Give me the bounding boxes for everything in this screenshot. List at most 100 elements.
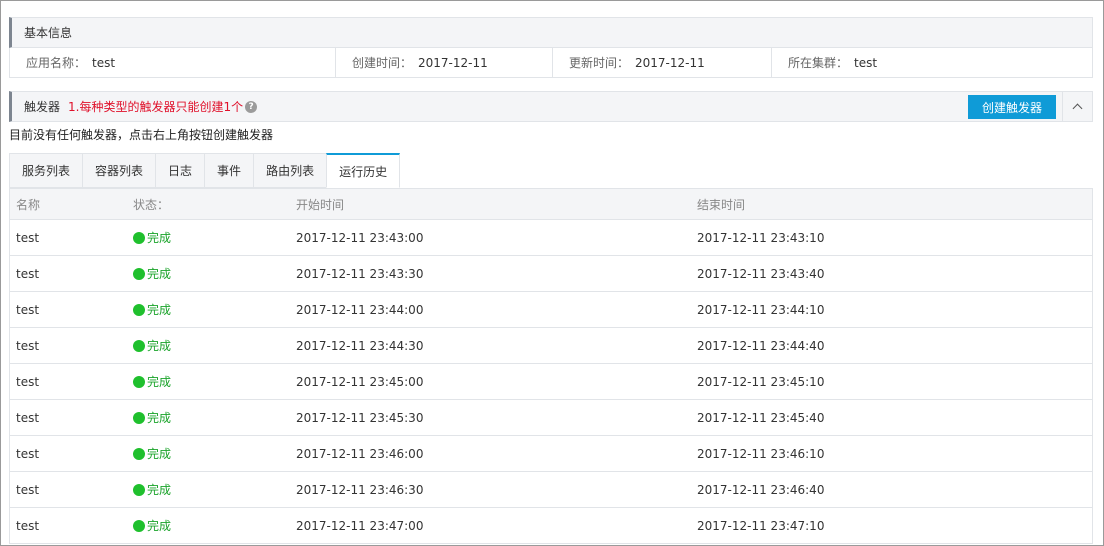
status-text: 完成 <box>147 519 172 533</box>
cluster-value: test <box>854 55 878 70</box>
tab-bar: 服务列表 容器列表 日志 事件 路由列表 运行历史 <box>9 153 401 188</box>
column-header-status: 状态： <box>133 197 170 212</box>
row-name: test <box>16 374 40 389</box>
table-row: test 完成 2017-12-11 23:47:00 2017-12-11 23:4… <box>10 508 1092 544</box>
row-end-time: 2017-12-11 23:43:10 <box>697 230 825 245</box>
table-body: test 完成 2017-12-11 23:43:00 2017-12-11 23:4… <box>10 220 1092 544</box>
row-status: 完成 <box>127 265 290 282</box>
row-name: test <box>16 410 40 425</box>
tab-logs[interactable]: 日志 <box>155 153 205 188</box>
row-name: test <box>16 518 40 533</box>
create-trigger-button[interactable]: 创建触发器 <box>968 95 1056 119</box>
row-status: 完成 <box>127 409 290 426</box>
row-start-time: 2017-12-11 23:47:00 <box>296 518 424 533</box>
row-status: 完成 <box>127 481 290 498</box>
status-check-icon <box>133 339 145 352</box>
row-end-time: 2017-12-11 23:44:10 <box>697 302 825 317</box>
row-start-time: 2017-12-11 23:46:00 <box>296 446 424 461</box>
collapse-button[interactable] <box>1062 92 1092 121</box>
row-start-time: 2017-12-11 23:43:00 <box>296 230 424 245</box>
status-check-icon <box>133 303 145 316</box>
row-end-time: 2017-12-11 23:43:40 <box>697 266 825 281</box>
status-text: 完成 <box>147 447 172 461</box>
row-status: 完成 <box>127 301 290 318</box>
app-name-label: 应用名称： <box>26 56 87 70</box>
tab-container-list[interactable]: 容器列表 <box>82 153 156 188</box>
row-status: 完成 <box>127 373 290 390</box>
table-row: test 完成 2017-12-11 23:46:30 2017-12-11 23:4… <box>10 472 1092 508</box>
trigger-header: 触发器 1.每种类型的触发器只能创建1个 ? 创建触发器 <box>9 91 1093 122</box>
tab-run-history[interactable]: 运行历史 <box>326 153 401 188</box>
status-check-icon <box>133 519 145 532</box>
basic-info-header: 基本信息 <box>9 17 1093 48</box>
status-text: 完成 <box>147 375 172 389</box>
row-start-time: 2017-12-11 23:45:00 <box>296 374 424 389</box>
table-row: test 完成 2017-12-11 23:46:00 2017-12-11 23:4… <box>10 436 1092 472</box>
status-check-icon <box>133 375 145 388</box>
row-name: test <box>16 482 40 497</box>
status-text: 完成 <box>147 267 172 281</box>
app-name-field: 应用名称： test <box>10 48 336 77</box>
updated-time-value: 2017-12-11 <box>635 55 705 70</box>
row-status: 完成 <box>127 445 290 462</box>
basic-info-title: 基本信息 <box>24 26 73 40</box>
table-row: test 完成 2017-12-11 23:44:00 2017-12-11 23:4… <box>10 292 1092 328</box>
trigger-warning: 1.每种类型的触发器只能创建1个 <box>68 100 244 114</box>
table-row: test 完成 2017-12-11 23:43:30 2017-12-11 23:4… <box>10 256 1092 292</box>
no-trigger-message: 目前没有任何触发器，点击右上角按钮创建触发器 <box>9 128 274 142</box>
app-name-value: test <box>92 55 116 70</box>
row-end-time: 2017-12-11 23:45:10 <box>697 374 825 389</box>
row-start-time: 2017-12-11 23:44:30 <box>296 338 424 353</box>
table-header: 名称 状态： 开始时间 结束时间 <box>10 189 1092 220</box>
status-check-icon <box>133 231 145 244</box>
table-row: test 完成 2017-12-11 23:43:00 2017-12-11 23:4… <box>10 220 1092 256</box>
basic-info-row: 应用名称： test 创建时间： 2017-12-11 更新时间： 2017-1… <box>9 48 1093 78</box>
row-end-time: 2017-12-11 23:47:10 <box>697 518 825 533</box>
row-status: 完成 <box>127 517 290 534</box>
created-time-label: 创建时间： <box>352 56 413 70</box>
status-text: 完成 <box>147 411 172 425</box>
question-circle-icon[interactable]: ? <box>245 100 258 113</box>
row-name: test <box>16 446 40 461</box>
tab-service-list[interactable]: 服务列表 <box>9 153 83 188</box>
column-header-end-time: 结束时间 <box>697 197 746 212</box>
row-name: test <box>16 266 40 281</box>
row-name: test <box>16 338 40 353</box>
row-name: test <box>16 230 40 245</box>
status-text: 完成 <box>147 483 172 497</box>
status-check-icon <box>133 483 145 496</box>
table-row: test 完成 2017-12-11 23:45:00 2017-12-11 23:4… <box>10 364 1092 400</box>
cluster-label: 所在集群： <box>788 56 849 70</box>
row-end-time: 2017-12-11 23:45:40 <box>697 410 825 425</box>
created-time-field: 创建时间： 2017-12-11 <box>336 48 553 77</box>
status-check-icon <box>133 447 145 460</box>
status-check-icon <box>133 267 145 280</box>
row-start-time: 2017-12-11 23:44:00 <box>296 302 424 317</box>
row-start-time: 2017-12-11 23:43:30 <box>296 266 424 281</box>
status-text: 完成 <box>147 231 172 245</box>
status-text: 完成 <box>147 339 172 353</box>
row-start-time: 2017-12-11 23:45:30 <box>296 410 424 425</box>
updated-time-label: 更新时间： <box>569 56 630 70</box>
status-check-icon <box>133 411 145 424</box>
row-status: 完成 <box>127 229 290 246</box>
row-end-time: 2017-12-11 23:44:40 <box>697 338 825 353</box>
updated-time-field: 更新时间： 2017-12-11 <box>553 48 772 77</box>
table-row: test 完成 2017-12-11 23:45:30 2017-12-11 23:4… <box>10 400 1092 436</box>
cluster-field: 所在集群： test <box>772 48 1092 77</box>
column-header-start-time: 开始时间 <box>296 197 345 212</box>
trigger-title: 触发器 <box>24 100 61 114</box>
row-start-time: 2017-12-11 23:46:30 <box>296 482 424 497</box>
column-header-name: 名称 <box>16 197 41 212</box>
row-name: test <box>16 302 40 317</box>
created-time-value: 2017-12-11 <box>418 55 488 70</box>
row-end-time: 2017-12-11 23:46:40 <box>697 482 825 497</box>
app-frame: 基本信息 应用名称： test 创建时间： 2017-12-11 更新时间： 2… <box>0 0 1104 546</box>
tab-route-list[interactable]: 路由列表 <box>253 153 327 188</box>
row-end-time: 2017-12-11 23:46:10 <box>697 446 825 461</box>
table-row: test 完成 2017-12-11 23:44:30 2017-12-11 23:4… <box>10 328 1092 364</box>
status-text: 完成 <box>147 303 172 317</box>
tab-events[interactable]: 事件 <box>204 153 254 188</box>
row-status: 完成 <box>127 337 290 354</box>
chevron-up-icon <box>1072 103 1083 114</box>
